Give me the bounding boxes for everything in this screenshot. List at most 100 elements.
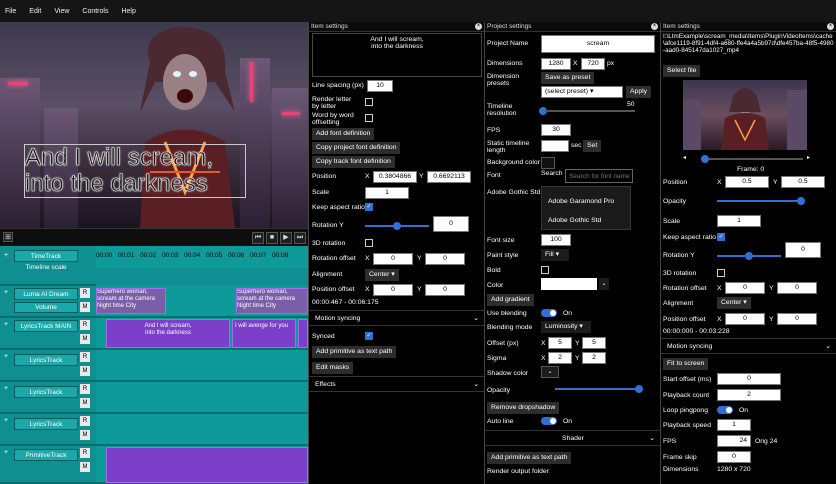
position-y-input[interactable]: 0.5 <box>781 176 825 188</box>
blending-mode-dropdown[interactable]: Luminosity ▾ <box>541 321 591 333</box>
video-clip[interactable]: Superhero woman, scream at the camera Ni… <box>236 288 308 314</box>
font-option[interactable]: Adobe Gothic Std <box>548 217 601 224</box>
track-lane[interactable]: Superhero woman, scream at the camera Ni… <box>96 286 308 318</box>
keep-aspect-checkbox[interactable]: ✓ <box>717 233 725 241</box>
rotation-3d-checkbox[interactable] <box>365 239 373 247</box>
track-name[interactable]: Luma AI Dream <box>14 288 78 300</box>
keep-aspect-checkbox[interactable]: ✓ <box>365 203 373 211</box>
frame-skip-input[interactable]: 0 <box>717 451 751 463</box>
add-track-icon[interactable]: + <box>4 289 8 296</box>
remove-dropshadow-button[interactable]: Remove dropshadow <box>487 402 560 414</box>
add-font-definition-button[interactable]: Add font definition <box>312 128 375 140</box>
track-name[interactable]: LyricsTrack <box>14 354 78 366</box>
word-by-word-checkbox[interactable] <box>365 114 373 122</box>
position-offset-x-input[interactable]: 0 <box>725 313 765 325</box>
mute-toggle[interactable]: M <box>80 430 90 440</box>
mute-toggle[interactable]: M <box>80 398 90 408</box>
menu-view[interactable]: View <box>54 8 69 15</box>
edit-masks-button[interactable]: Edit masks <box>312 362 354 374</box>
track-name[interactable]: LyricsTrack <box>14 418 78 430</box>
opacity-slider[interactable] <box>717 197 805 205</box>
offset-y-input[interactable]: 5 <box>582 337 606 349</box>
close-icon[interactable]: × <box>651 23 658 30</box>
slider-knob[interactable] <box>745 252 753 260</box>
rotation-offset-x-input[interactable]: 0 <box>373 253 413 265</box>
width-input[interactable]: 1280 <box>541 58 571 70</box>
video-preview[interactable]: And I will scream, into the darkness <box>0 22 308 228</box>
chevron-right-icon[interactable]: ▸ <box>807 154 813 162</box>
effects-section[interactable]: Effects ⌄ <box>309 376 484 392</box>
chevron-down-icon[interactable]: ⌄ <box>599 278 609 290</box>
frame-slider[interactable] <box>701 155 803 163</box>
track-lane[interactable] <box>96 446 308 484</box>
position-offset-x-input[interactable]: 0 <box>373 284 413 296</box>
add-track-icon[interactable]: + <box>4 449 8 456</box>
loop-pingpong-toggle[interactable] <box>717 406 733 414</box>
preset-dropdown[interactable]: (select preset) ▾ <box>541 86 623 98</box>
alignment-dropdown[interactable]: Center ▾ <box>365 269 399 281</box>
record-toggle[interactable]: R <box>80 352 90 362</box>
mute-toggle[interactable]: M <box>80 366 90 376</box>
height-input[interactable]: 720 <box>581 58 605 70</box>
menu-file[interactable]: File <box>5 8 16 15</box>
font-list[interactable]: Adobe Garamond Pro Adobe Gothic Std <box>541 186 631 230</box>
track-lane[interactable] <box>96 350 308 382</box>
slider-knob[interactable] <box>797 197 805 205</box>
mute-toggle[interactable]: M <box>80 462 90 472</box>
rotation-offset-y-input[interactable]: 0 <box>777 282 817 294</box>
background-color-swatch[interactable] <box>541 157 555 169</box>
synced-checkbox[interactable]: ✓ <box>365 332 373 340</box>
static-length-input[interactable] <box>541 140 569 152</box>
rotation-offset-y-input[interactable]: 0 <box>425 253 465 265</box>
skip-back-button[interactable]: ⏮ <box>252 232 264 244</box>
alignment-dropdown[interactable]: Center ▾ <box>717 297 751 309</box>
start-offset-input[interactable]: 0 <box>717 373 781 385</box>
grid-icon[interactable]: ⊞ <box>3 232 13 242</box>
rotation-y-slider[interactable] <box>717 252 781 260</box>
offset-x-input[interactable]: 5 <box>548 337 572 349</box>
playback-speed-input[interactable]: 1 <box>717 419 751 431</box>
timeline-ruler[interactable]: 00:00 00:01 00:02 00:03 00:04 00:05 00:0… <box>96 246 308 268</box>
slider-knob[interactable] <box>393 222 401 230</box>
position-x-input[interactable]: 0.5 <box>725 176 769 188</box>
apply-button[interactable]: Apply <box>626 86 652 98</box>
skip-forward-button[interactable]: ⏭ <box>294 232 306 244</box>
track-lane[interactable] <box>96 414 308 446</box>
rotation-3d-checkbox[interactable] <box>717 269 725 277</box>
slider-knob[interactable] <box>701 155 709 163</box>
rotation-y-input[interactable]: 0 <box>785 242 821 258</box>
record-toggle[interactable]: R <box>80 416 90 426</box>
scale-input[interactable]: 1 <box>717 215 761 227</box>
fit-to-screen-button[interactable]: Fit to screen <box>663 358 709 370</box>
record-toggle[interactable]: R <box>80 384 90 394</box>
set-button[interactable]: Set <box>583 140 602 152</box>
lyric-clip[interactable]: I will avenge for you <box>232 319 296 348</box>
sigma-y-input[interactable]: 2 <box>582 352 606 364</box>
add-primitive-button[interactable]: Add primitive as text path <box>312 346 397 358</box>
playback-count-input[interactable]: 2 <box>717 389 781 401</box>
add-track-icon[interactable]: + <box>4 353 8 360</box>
use-blending-toggle[interactable] <box>541 309 557 317</box>
stop-button[interactable]: ■ <box>266 232 278 244</box>
add-track-icon[interactable]: + <box>4 252 8 259</box>
video-caption-overlay[interactable]: And I will scream, into the darkness <box>24 144 246 198</box>
position-x-input[interactable]: 0.3804866 <box>373 171 417 183</box>
fps-input[interactable]: 30 <box>541 124 571 136</box>
slider-knob[interactable] <box>635 385 643 393</box>
mute-toggle[interactable]: M <box>80 302 90 312</box>
shader-section[interactable]: Shader ⌄ <box>485 430 660 446</box>
select-file-button[interactable]: Select file <box>663 65 701 77</box>
rotation-y-input[interactable]: 0 <box>433 216 469 232</box>
track-lane[interactable] <box>96 382 308 414</box>
copy-project-font-button[interactable]: Copy project font definition <box>312 142 401 154</box>
add-gradient-button[interactable]: Add gradient <box>487 294 534 306</box>
primitive-clip[interactable] <box>106 447 308 483</box>
track-name[interactable]: TimeTrack <box>14 250 78 262</box>
video-clip[interactable]: Superhero woman, scream at the camera Ni… <box>96 288 166 314</box>
motion-syncing-section[interactable]: Motion syncing ⌄ <box>309 310 484 326</box>
project-name-input[interactable]: scream <box>541 35 655 53</box>
close-icon[interactable]: × <box>827 23 834 30</box>
track-name[interactable]: PrimitiveTrack <box>14 449 78 461</box>
line-spacing-input[interactable]: 10 <box>367 80 393 92</box>
font-size-input[interactable]: 100 <box>541 234 571 246</box>
